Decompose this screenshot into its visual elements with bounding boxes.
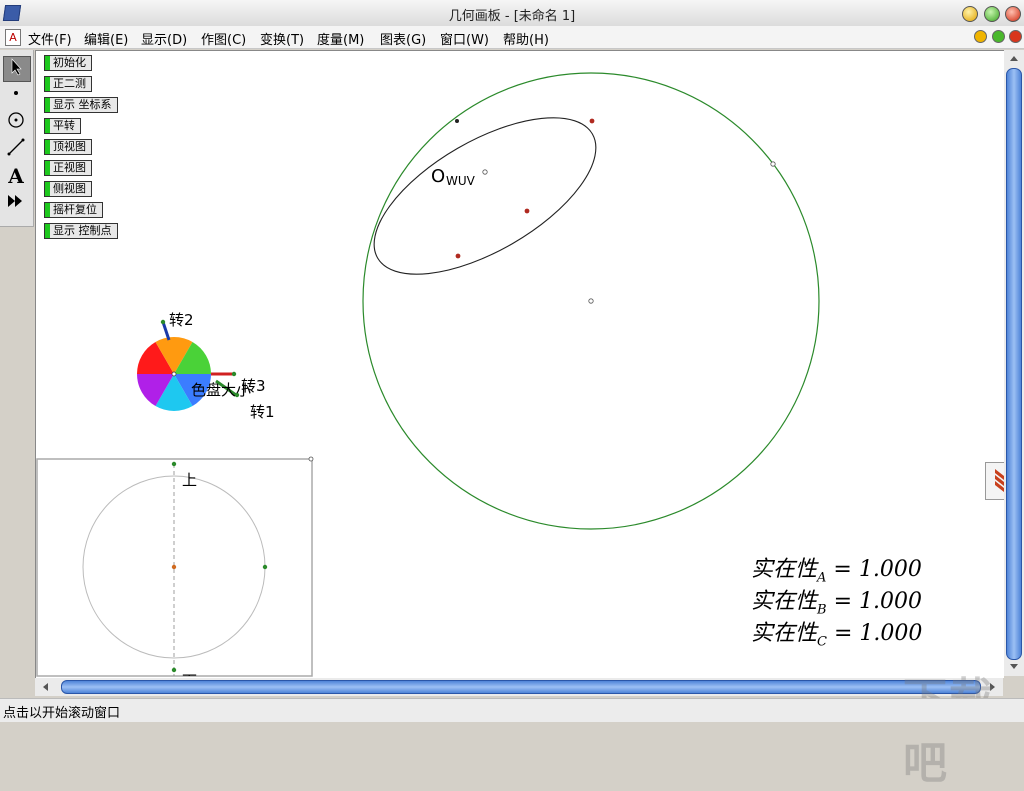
close-button[interactable]: [1005, 6, 1021, 22]
text-tool[interactable]: A: [3, 164, 29, 188]
rotation-handle-1[interactable]: [215, 379, 237, 397]
ellipse-curve: [373, 117, 597, 275]
sketch-canvas[interactable]: 初始化 正二测 显示 坐标系 平转 顶视图 正视图 侧视图 摇杆复位 显示 控制…: [35, 50, 1004, 678]
inset-top-point[interactable]: [171, 461, 177, 467]
action-button-flat-rotate[interactable]: 平转: [44, 118, 81, 134]
sphere-center-point[interactable]: [588, 298, 594, 304]
button-indicator: [45, 77, 50, 91]
fast-forward-icon: [8, 195, 22, 207]
button-indicator: [45, 161, 50, 175]
menu-graph[interactable]: 图表(G): [380, 29, 426, 48]
ellipse-center-label-sub: WUV: [446, 174, 476, 188]
horizontal-scrollbar[interactable]: [35, 678, 1003, 696]
action-button-show-axes[interactable]: 显示 坐标系: [44, 97, 118, 113]
line-icon: [7, 138, 25, 156]
title-bar: 几何画板 - [未命名 1]: [0, 0, 1024, 27]
measurement-realness-a[interactable]: 实在性A = 1.000: [751, 551, 922, 585]
button-indicator: [45, 182, 50, 196]
color-dial[interactable]: [137, 337, 211, 411]
ellipse-point[interactable]: [455, 119, 459, 123]
doc-close-button[interactable]: [1009, 30, 1022, 43]
menu-transform[interactable]: 变换(T): [260, 29, 304, 48]
action-button-front-view[interactable]: 正视图: [44, 160, 92, 176]
rotation-handle-2-point[interactable]: [160, 319, 166, 325]
menu-display[interactable]: 显示(D): [141, 29, 187, 48]
point-tool[interactable]: [3, 83, 29, 107]
arrow-select-tool[interactable]: [3, 56, 31, 82]
button-indicator: [45, 56, 50, 70]
menu-window[interactable]: 窗口(W): [440, 29, 489, 48]
menu-edit[interactable]: 编辑(E): [84, 29, 128, 48]
vertical-scrollbar[interactable]: [1004, 50, 1024, 676]
scroll-left-icon[interactable]: [39, 678, 53, 696]
menu-construct[interactable]: 作图(C): [201, 29, 246, 48]
compass-icon: [8, 112, 24, 128]
doc-maximize-button[interactable]: [992, 30, 1005, 43]
doc-minimize-button[interactable]: [974, 30, 987, 43]
horizontal-scroll-thumb[interactable]: [61, 680, 981, 694]
menu-file[interactable]: 文件(F): [28, 29, 72, 48]
rotation-label-1: 转1: [250, 403, 275, 421]
vertical-scroll-thumb[interactable]: [1006, 68, 1022, 660]
window-title: 几何画板 - [未命名 1]: [448, 9, 576, 24]
status-message: 点击以开始滚动窗口: [3, 706, 121, 721]
inset-right-point[interactable]: [262, 564, 268, 570]
arrow-icon: [11, 58, 22, 76]
straightedge-tool[interactable]: [3, 137, 29, 161]
button-indicator: [45, 140, 50, 154]
dial-center-point[interactable]: [171, 371, 177, 377]
maximize-button[interactable]: [984, 6, 1000, 22]
status-bar: 点击以开始滚动窗口: [0, 698, 1024, 722]
menu-bar: A 文件(F) 编辑(E) 显示(D) 作图(C) 变换(T) 度量(M) 图表…: [0, 26, 1024, 49]
action-button-dimetric[interactable]: 正二测: [44, 76, 92, 92]
disk-size-label: 色盘大小: [191, 381, 251, 399]
inset-view-frame[interactable]: [36, 458, 313, 677]
ellipse-center-label: O: [431, 166, 445, 187]
watermark: 下载吧: [903, 674, 993, 789]
button-indicator: [45, 224, 50, 238]
rotation-handle-1-point[interactable]: [234, 392, 240, 398]
ellipse-point[interactable]: [524, 208, 530, 214]
button-indicator: [45, 203, 50, 217]
action-button-joystick-reset[interactable]: 摇杆复位: [44, 202, 103, 218]
action-button-side-view[interactable]: 侧视图: [44, 181, 92, 197]
ellipse-point[interactable]: [589, 118, 595, 124]
rotation-handle-2[interactable]: [161, 321, 171, 341]
rotation-handle-3-point[interactable]: [231, 371, 237, 377]
ellipse-center-point[interactable]: [482, 169, 488, 175]
inset-circle: [82, 475, 266, 659]
minimize-button[interactable]: [962, 6, 978, 22]
inset-center-point[interactable]: [171, 564, 177, 570]
compass-tool[interactable]: [3, 110, 29, 134]
action-button-top-view[interactable]: 顶视图: [44, 139, 92, 155]
button-indicator: [45, 98, 50, 112]
measurement-realness-c[interactable]: 实在性C = 1.000: [751, 615, 922, 649]
inset-top-label: 上: [182, 471, 197, 489]
action-button-show-control-points[interactable]: 显示 控制点: [44, 223, 118, 239]
menu-measure[interactable]: 度量(M): [317, 29, 364, 48]
sphere-outline: [362, 72, 820, 530]
document-icon[interactable]: A: [5, 29, 21, 46]
rotation-label-3: 转3: [241, 377, 266, 395]
toolbox: A: [0, 50, 34, 227]
rotation-label-2: 转2: [169, 311, 194, 329]
menu-help[interactable]: 帮助(H): [503, 29, 549, 48]
action-button-init[interactable]: 初始化: [44, 55, 92, 71]
measurement-realness-b[interactable]: 实在性B = 1.000: [751, 583, 922, 617]
button-indicator: [45, 119, 50, 133]
sphere-point[interactable]: [770, 161, 776, 167]
custom-tool[interactable]: [3, 191, 29, 215]
ellipse-point[interactable]: [455, 253, 461, 259]
scroll-up-icon[interactable]: [1004, 52, 1024, 66]
inset-frame-corner-point[interactable]: [308, 456, 314, 462]
point-icon: [14, 91, 18, 95]
inset-bottom-point[interactable]: [171, 667, 177, 673]
